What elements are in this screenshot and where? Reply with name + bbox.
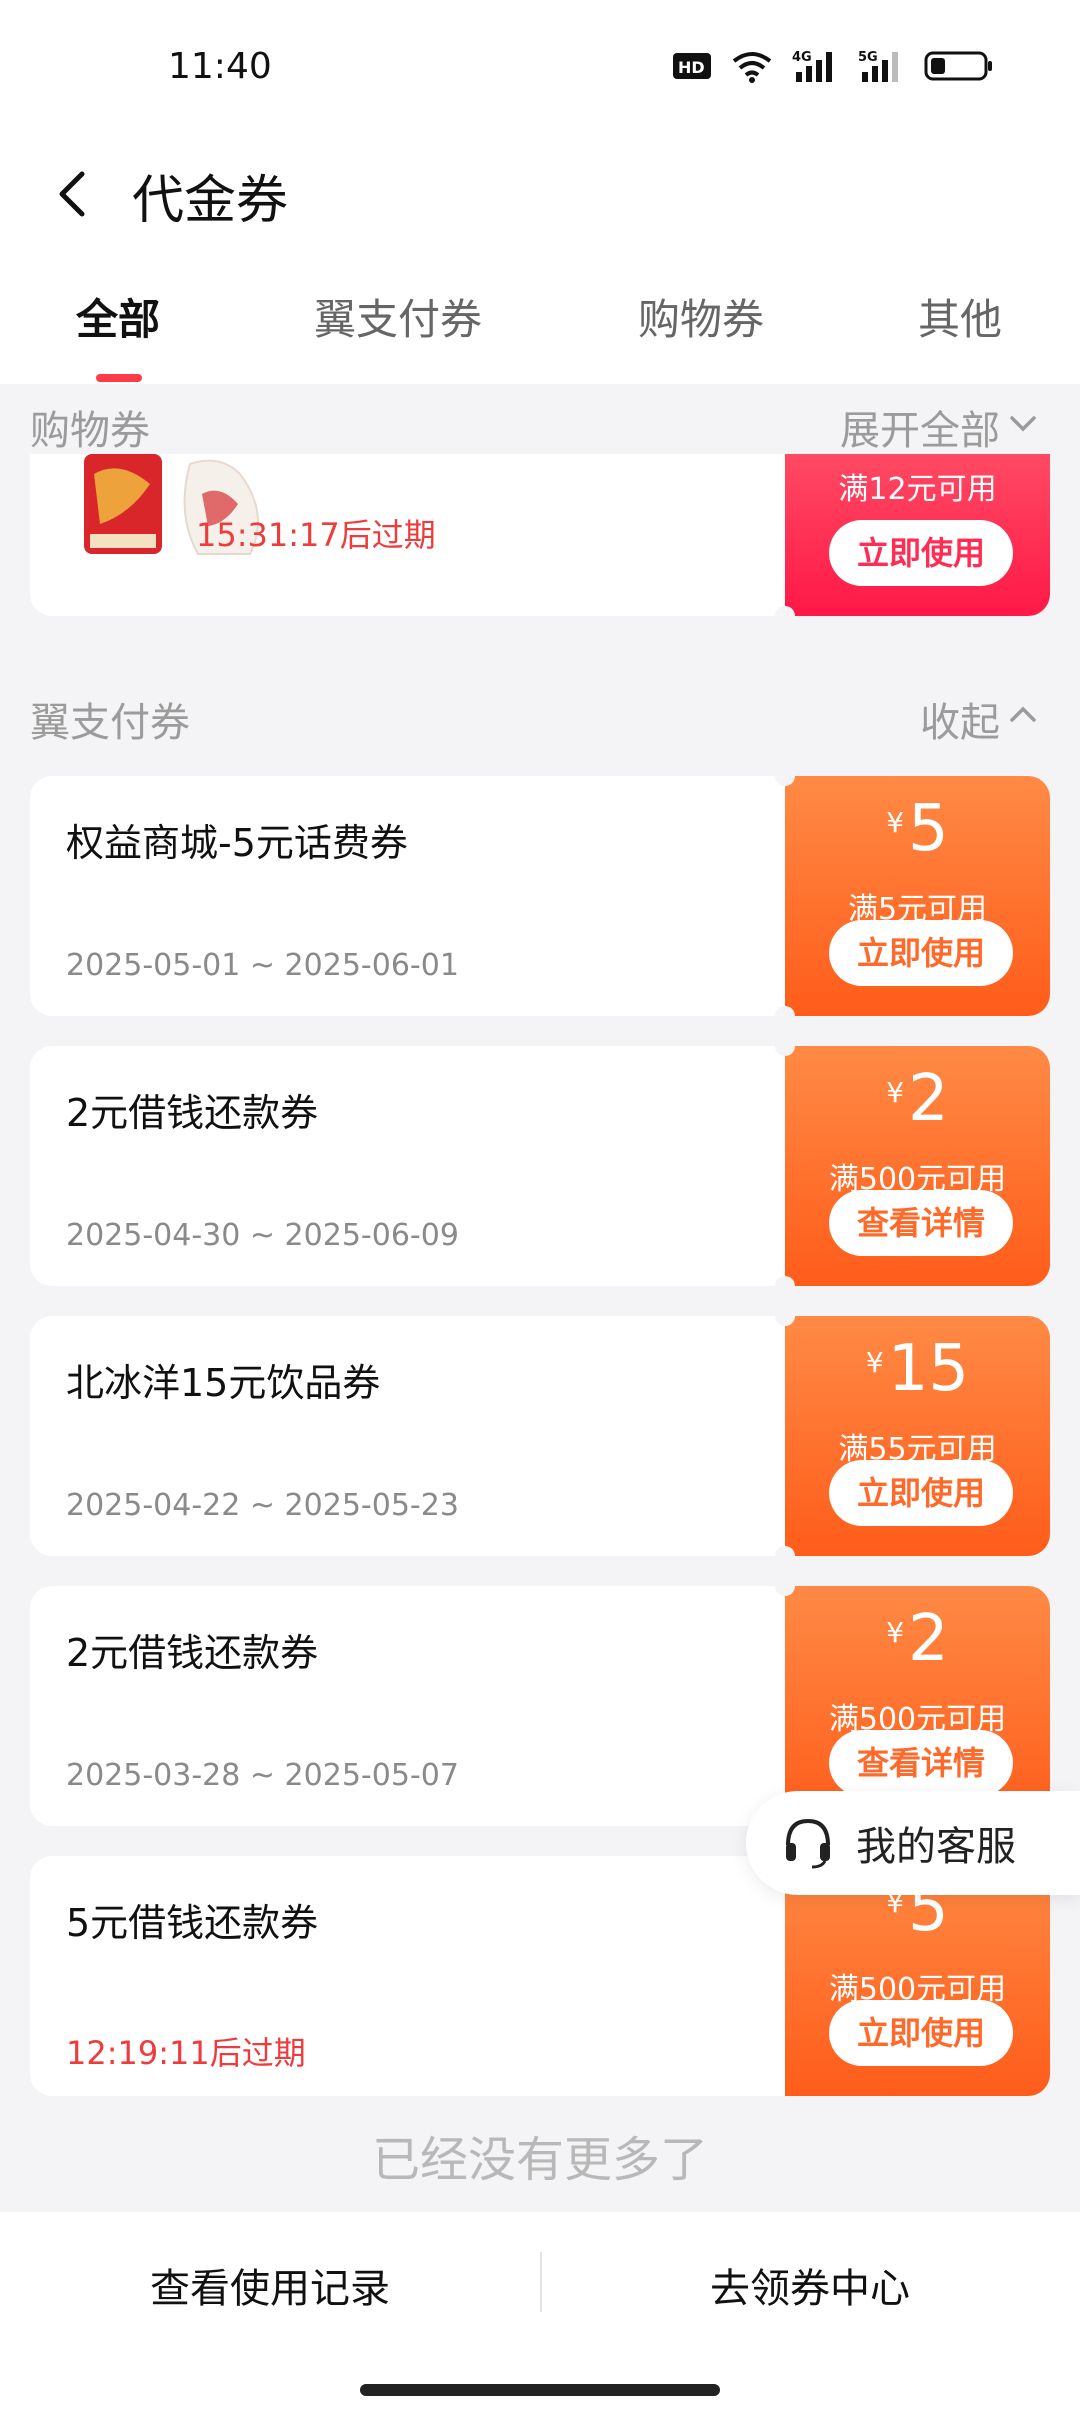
collapse-label: 收起	[920, 700, 1000, 746]
view-details-button[interactable]: 查看详情	[829, 1730, 1013, 1796]
header: 11:40 HD 4G 5G 代金券 全部 翼支付券 购物券 其他	[0, 0, 1080, 384]
coupon-title: 5元借钱还款券	[66, 1901, 319, 1945]
coupon-amount: ¥2	[785, 1062, 1050, 1136]
coupon-card[interactable]: 权益商城-5元话费券 2025-05-01 ~ 2025-06-01 ¥5 满5…	[30, 766, 1050, 1026]
coupon-notch	[775, 1546, 795, 1566]
bottom-bar: 查看使用记录 去领券中心	[0, 2212, 1080, 2412]
coupon-notch	[775, 766, 795, 786]
tab-bar: 全部 翼支付券 购物券 其他	[0, 268, 1080, 384]
coupon-title: 北冰洋15元饮品券	[66, 1361, 381, 1405]
coupon-date: 2025-04-30 ~ 2025-06-09	[66, 1218, 459, 1253]
coupon-card-body: 5元借钱还款券 12:19:11后过期	[30, 1856, 790, 2096]
section-title-yizhifu: 翼支付券	[30, 700, 190, 746]
svg-text:4G: 4G	[792, 50, 812, 65]
status-icons: HD 4G 5G	[672, 48, 994, 84]
use-now-button[interactable]: 立即使用	[829, 520, 1013, 586]
coupon-list[interactable]: 购物券 展开全部 15:31:17后过期 满12元可用 立即使用 翼支付券 收起…	[0, 384, 1080, 2212]
yen-symbol: ¥	[865, 1346, 884, 1379]
chevron-down-icon	[1006, 404, 1040, 450]
coupon-card[interactable]: 2元借钱还款券 2025-03-28 ~ 2025-05-07 ¥2 满500元…	[30, 1576, 1050, 1836]
coupon-date: 2025-05-01 ~ 2025-06-01	[66, 948, 459, 983]
coupon-card-body: 15:31:17后过期	[30, 454, 790, 616]
page-title: 代金券	[132, 171, 289, 231]
coupon-amount-number: 5	[908, 792, 949, 866]
view-details-button[interactable]: 查看详情	[829, 1190, 1013, 1256]
signal-5g-icon: 5G	[858, 48, 906, 84]
status-bar: 11:40 HD 4G 5G	[0, 0, 1080, 140]
coupon-amount: ¥15	[785, 1332, 1050, 1406]
yen-symbol: ¥	[886, 1616, 905, 1649]
status-time: 11:40	[168, 46, 272, 87]
tab-shopping[interactable]: 购物券	[638, 286, 764, 347]
signal-4g-icon: 4G	[792, 48, 840, 84]
view-usage-history-button[interactable]: 查看使用记录	[0, 2256, 540, 2314]
coupon-card-value: ¥15 满55元可用 立即使用	[785, 1316, 1050, 1556]
use-now-button[interactable]: 立即使用	[829, 1460, 1013, 1526]
collapse-button[interactable]: 收起	[920, 690, 1040, 748]
home-indicator[interactable]	[360, 2384, 720, 2396]
coupon-card-body: 权益商城-5元话费券 2025-05-01 ~ 2025-06-01	[30, 776, 790, 1016]
expand-all-label: 展开全部	[840, 408, 1000, 454]
headset-icon	[778, 1811, 838, 1875]
tab-all[interactable]: 全部	[76, 286, 160, 347]
coupon-card-value: ¥5 满5元可用 立即使用	[785, 776, 1050, 1016]
coupon-amount-number: 15	[887, 1332, 970, 1406]
coupon-notch	[775, 1576, 795, 1596]
coupon-notch	[775, 606, 795, 626]
tab-active-indicator	[96, 374, 142, 382]
coupon-card-body: 北冰洋15元饮品券 2025-04-22 ~ 2025-05-23	[30, 1316, 790, 1556]
coupon-card-shopping[interactable]: 15:31:17后过期 满12元可用 立即使用	[30, 454, 1050, 626]
customer-service-button[interactable]: 我的客服	[746, 1791, 1080, 1895]
battery-icon	[924, 50, 994, 82]
coupon-notch	[775, 1006, 795, 1026]
coupon-center-button[interactable]: 去领券中心	[540, 2256, 1080, 2314]
wifi-icon	[730, 49, 774, 83]
coupon-title: 2元借钱还款券	[66, 1631, 319, 1675]
coupon-card-value: 满12元可用 立即使用	[785, 454, 1050, 616]
coupon-amount-number: 2	[908, 1602, 949, 1676]
coupon-date: 2025-03-28 ~ 2025-05-07	[66, 1758, 459, 1793]
coupon-card[interactable]: 北冰洋15元饮品券 2025-04-22 ~ 2025-05-23 ¥15 满5…	[30, 1306, 1050, 1566]
tab-other[interactable]: 其他	[918, 286, 1002, 347]
coupon-title: 2元借钱还款券	[66, 1091, 319, 1135]
coupon-card-value: ¥2 满500元可用 查看详情	[785, 1046, 1050, 1286]
coupon-amount: ¥2	[785, 1602, 1050, 1676]
expand-all-button[interactable]: 展开全部	[840, 398, 1040, 456]
coupon-card-body: 2元借钱还款券 2025-03-28 ~ 2025-05-07	[30, 1586, 790, 1826]
svg-text:5G: 5G	[858, 50, 878, 65]
chevron-up-icon	[1006, 696, 1040, 742]
customer-service-label: 我的客服	[856, 1824, 1016, 1870]
coupon-amount-number: 2	[908, 1062, 949, 1136]
shopping-expire-text: 15:31:17后过期	[196, 516, 436, 554]
coupon-notch	[775, 1036, 795, 1056]
nav-bar: 代金券	[0, 140, 1080, 250]
hd-icon: HD	[672, 51, 712, 81]
yen-symbol: ¥	[886, 1076, 905, 1109]
yen-symbol: ¥	[886, 806, 905, 839]
coupon-expire-countdown: 12:19:11后过期	[66, 2034, 306, 2072]
coupon-amount: ¥5	[785, 792, 1050, 866]
coupon-notch	[775, 1276, 795, 1296]
use-now-button[interactable]: 立即使用	[829, 2000, 1013, 2066]
use-now-button[interactable]: 立即使用	[829, 920, 1013, 986]
no-more-text: 已经没有更多了	[371, 2132, 708, 2188]
tab-yizhifu[interactable]: 翼支付券	[314, 286, 482, 347]
coupon-date: 2025-04-22 ~ 2025-05-23	[66, 1488, 459, 1523]
coupon-card-body: 2元借钱还款券 2025-04-30 ~ 2025-06-09	[30, 1046, 790, 1286]
coupon-card-value: ¥2 满500元可用 查看详情	[785, 1586, 1050, 1826]
section-title-shopping: 购物券	[30, 408, 150, 454]
coupon-condition: 满12元可用	[838, 472, 997, 507]
coupon-card[interactable]: 2元借钱还款券 2025-04-30 ~ 2025-06-09 ¥2 满500元…	[30, 1036, 1050, 1296]
back-arrow-icon[interactable]	[44, 164, 104, 224]
svg-text:HD: HD	[678, 58, 705, 77]
coupon-title: 权益商城-5元话费券	[66, 821, 408, 865]
coupon-notch	[775, 1306, 795, 1326]
